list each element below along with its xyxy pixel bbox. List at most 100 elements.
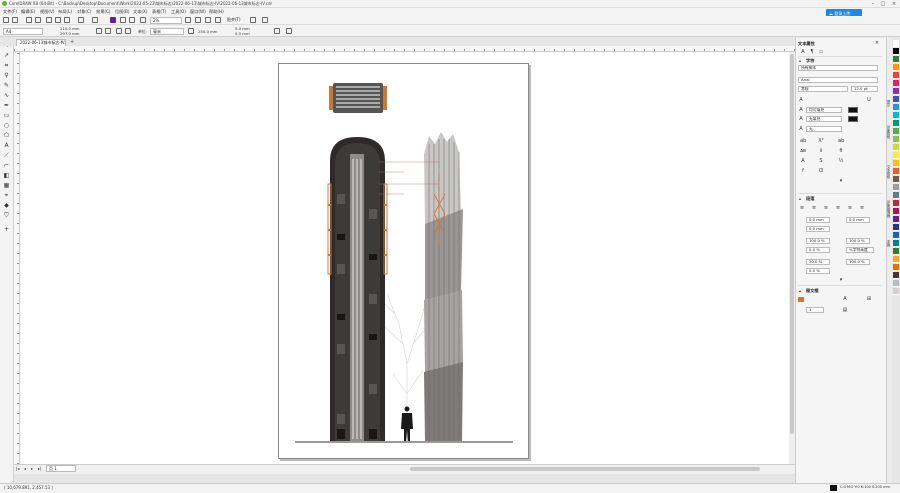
options-gear-icon[interactable] — [250, 17, 256, 23]
freehand-tool-icon[interactable]: ✎ — [3, 82, 10, 89]
column-settings-icon[interactable]: ▤ — [842, 307, 848, 313]
palette-swatch[interactable] — [893, 120, 899, 127]
palette-swatch[interactable] — [893, 56, 899, 63]
interactive-fill-icon[interactable]: ◆ — [3, 202, 10, 209]
page-height-field[interactable]: 297.0 mm — [60, 31, 79, 36]
uppercase-icon[interactable]: ab — [800, 138, 806, 144]
palette-swatch[interactable] — [893, 208, 899, 215]
spacing-unit-select[interactable]: %字符高度 — [846, 247, 874, 253]
palette-swatch[interactable] — [893, 232, 899, 239]
force-justify-icon[interactable]: ≡ — [859, 205, 865, 211]
collapse-arrow-icon[interactable]: ▴ — [799, 288, 801, 293]
contextual-icon[interactable]: Ɑ — [818, 168, 824, 174]
open-icon[interactable] — [12, 17, 18, 23]
collapse-arrow-icon[interactable]: ▴ — [799, 196, 801, 201]
palette-swatch[interactable] — [893, 144, 899, 151]
portrait-icon[interactable] — [96, 28, 102, 34]
align-left-icon[interactable]: ≡ — [811, 205, 817, 211]
rectangle-tool-icon[interactable]: ▭ — [3, 112, 10, 119]
palette-swatch[interactable] — [893, 88, 899, 95]
frame-tab-icon[interactable]: ▭ — [818, 49, 824, 55]
palette-swatch[interactable] — [893, 184, 899, 191]
menu-file[interactable]: 文件(F) — [3, 9, 17, 15]
text-fill-select[interactable]: 均匀填充 — [806, 107, 842, 113]
palette-swatch[interactable] — [893, 216, 899, 223]
undo-icon[interactable] — [78, 17, 84, 23]
collapse-arrow-icon[interactable]: ▴ — [799, 58, 801, 63]
old-style-icon[interactable]: f — [800, 168, 806, 174]
palette-swatch[interactable] — [893, 224, 899, 231]
palette-swatch[interactable] — [893, 168, 899, 175]
palette-swatch[interactable] — [893, 256, 899, 263]
palette-swatch[interactable] — [893, 128, 899, 135]
expand-more-icon[interactable]: ▾ — [838, 178, 844, 184]
zoom-level-select[interactable]: 2% — [150, 17, 182, 24]
vertical-scroll-thumb[interactable] — [790, 54, 794, 434]
outline-width-select[interactable]: 无 — [806, 126, 842, 132]
ellipse-tool-icon[interactable]: ○ — [3, 122, 10, 129]
menu-text[interactable]: 文本(X) — [133, 9, 148, 15]
next-page-icon[interactable]: ▸ — [31, 466, 33, 471]
menu-bitmaps[interactable]: 位图(B) — [115, 9, 130, 15]
palette-swatch[interactable] — [893, 264, 899, 271]
search-content-icon[interactable] — [110, 17, 116, 23]
justify-icon[interactable]: ≡ — [847, 205, 853, 211]
small-caps-icon[interactable]: ᴀʙ — [800, 148, 806, 154]
font-style-select[interactable]: 常规 — [798, 86, 848, 92]
duplicate-y-field[interactable]: 5.0 mm — [235, 31, 250, 36]
menu-window[interactable]: 窗口(W) — [190, 9, 206, 15]
palette-swatch[interactable] — [893, 240, 899, 247]
close-button[interactable]: × — [889, 0, 899, 8]
drawing-page[interactable] — [278, 63, 529, 459]
first-page-icon[interactable]: |◂ — [16, 466, 19, 471]
line-spacing-field[interactable]: 100.0 % — [806, 238, 830, 244]
before-paragraph-field[interactable]: 100.0 % — [846, 238, 870, 244]
all-caps-icon[interactable]: ab — [838, 138, 844, 144]
palette-swatch[interactable] — [893, 160, 899, 167]
save-icon[interactable] — [26, 17, 32, 23]
redo-icon[interactable] — [92, 17, 98, 23]
current-page-icon[interactable] — [125, 28, 131, 34]
palette-swatch[interactable] — [893, 248, 899, 255]
font-select[interactable]: Arial — [798, 77, 878, 83]
palette-swatch[interactable] — [893, 96, 899, 103]
script-select[interactable]: 所有脚本 — [798, 65, 878, 71]
menu-object[interactable]: 对象(C) — [77, 9, 92, 15]
fraction-icon[interactable]: ½ — [838, 158, 844, 164]
landscape-icon[interactable] — [105, 28, 111, 34]
maximize-button[interactable]: □ — [878, 0, 888, 8]
palette-swatch[interactable] — [893, 192, 899, 199]
swash-icon[interactable]: S — [818, 158, 824, 164]
first-line-indent-field[interactable]: 0.0 mm — [846, 217, 870, 223]
all-pages-icon[interactable] — [116, 28, 122, 34]
menu-help[interactable]: 帮助(H) — [209, 9, 224, 15]
menu-view[interactable]: 视图(V) — [40, 9, 55, 15]
docker-close-icon[interactable]: × — [874, 40, 880, 46]
zoom-tool-icon[interactable]: ⚲ — [3, 72, 10, 79]
ordinal-icon[interactable]: A — [800, 158, 806, 164]
frame-fill-swatch[interactable] — [798, 297, 804, 302]
paper-size-select[interactable]: A4 — [3, 28, 43, 35]
page-tab[interactable]: 页 1 — [46, 465, 76, 472]
background-fill-select[interactable]: 无填充 — [806, 116, 842, 122]
palette-swatch[interactable] — [893, 104, 899, 111]
paste-icon[interactable] — [64, 17, 70, 23]
paragraph-tab-icon[interactable]: ¶ — [809, 49, 815, 55]
document-tab[interactable]: 2022-06-13城市标志-IV.cdr — [16, 39, 66, 46]
palette-swatch[interactable] — [893, 40, 899, 47]
menu-table[interactable]: 表格(T) — [152, 9, 166, 15]
menu-effects[interactable]: 效果(C) — [96, 9, 111, 15]
new-tab-icon[interactable]: + — [70, 39, 74, 45]
expand-more-icon[interactable]: ▾ — [838, 277, 844, 283]
vertical-text-icon[interactable]: A — [842, 296, 848, 302]
polygon-tool-icon[interactable]: ⬠ — [3, 132, 10, 139]
palette-swatch[interactable] — [893, 152, 899, 159]
after-paragraph-field[interactable]: 0.0 % — [806, 247, 830, 253]
minimize-button[interactable]: – — [868, 0, 878, 8]
palette-swatch[interactable] — [893, 136, 899, 143]
align-right-icon[interactable]: ≡ — [835, 205, 841, 211]
word-spacing-field[interactable]: 100.0 % — [846, 259, 870, 265]
palette-swatch[interactable] — [893, 72, 899, 79]
palette-swatch[interactable] — [893, 272, 899, 279]
palette-swatch[interactable] — [893, 280, 899, 287]
